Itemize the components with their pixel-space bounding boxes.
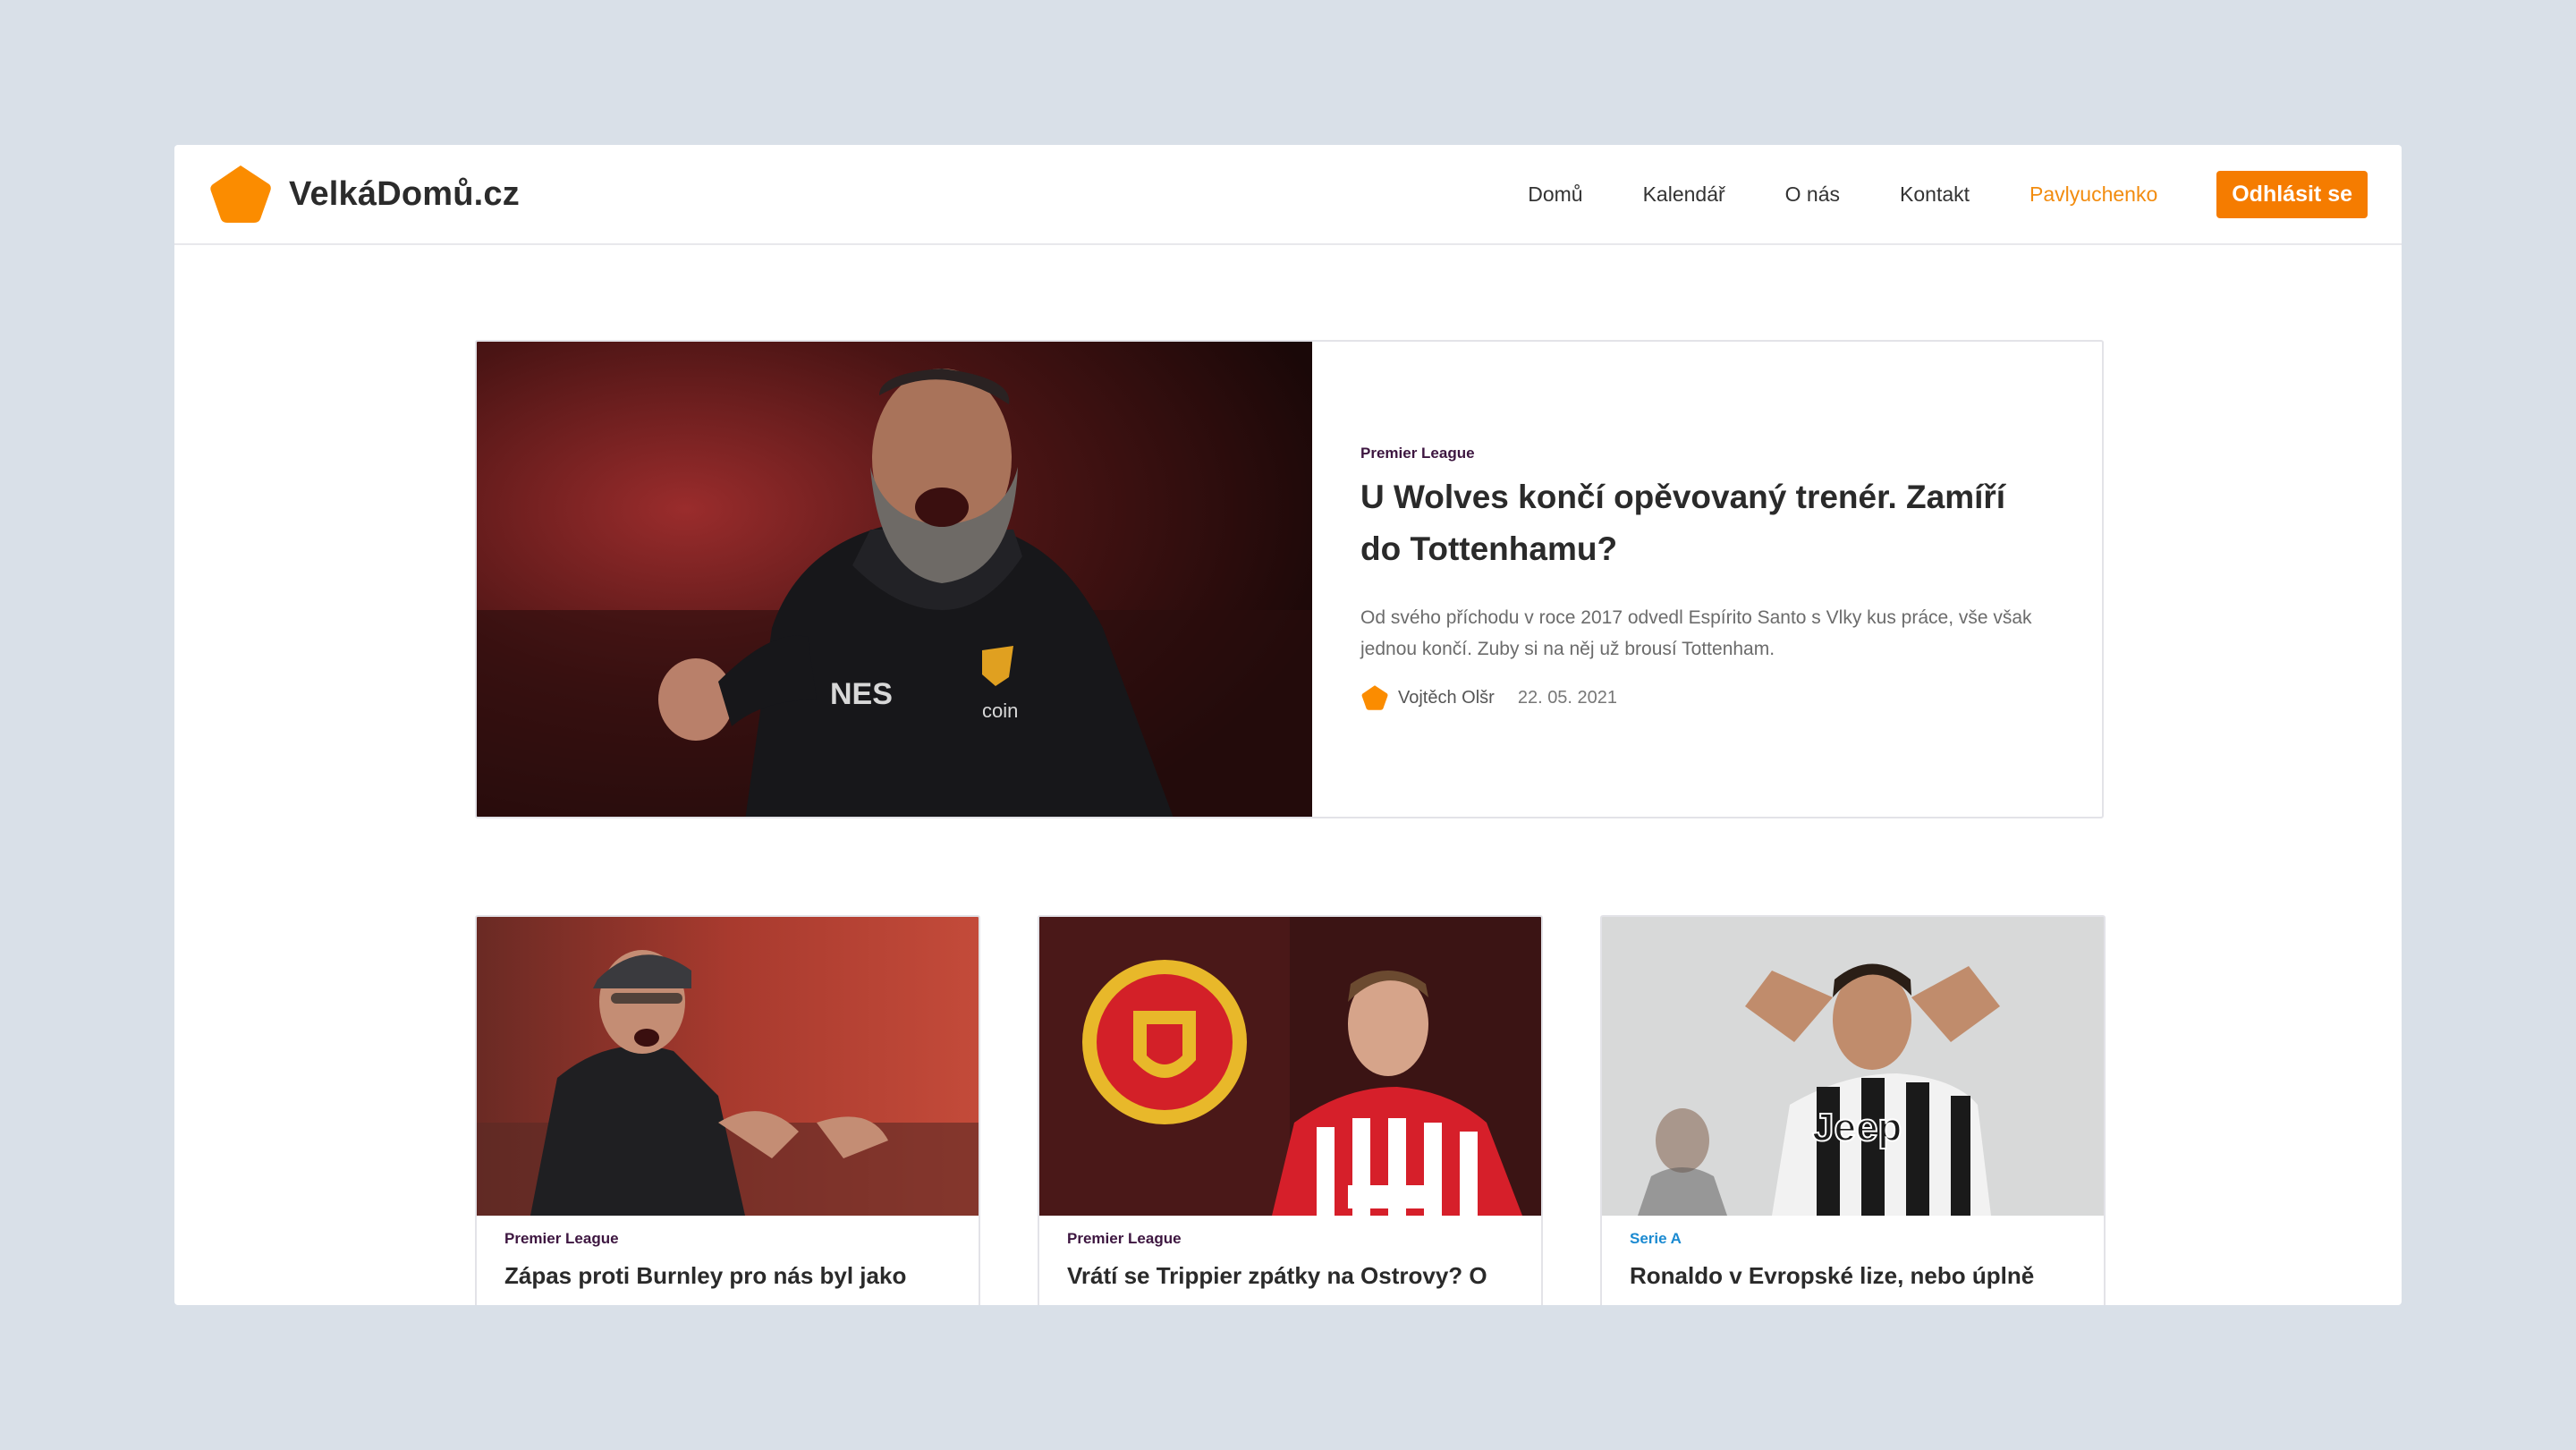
article-card-body: Serie A Ronaldo v Evropské lize, nebo úp… (1602, 1216, 2104, 1305)
article-card-title[interactable]: Vrátí se Trippier zpátky na Ostrovy? O (1067, 1260, 1513, 1291)
pentagon-logo-icon (210, 165, 271, 223)
player-hands-on-head-photo[interactable]: Jeep (1602, 917, 2104, 1216)
article-category[interactable]: Premier League (504, 1230, 951, 1248)
main-nav: Domů Kalendář O nás Kontakt Pavlyuchenko… (1468, 170, 2368, 218)
article-category[interactable]: Premier League (1360, 445, 2055, 462)
article-card-title[interactable]: Ronaldo v Evropské lize, nebo úplně (1630, 1260, 2076, 1291)
svg-text:Jeep: Jeep (1812, 1106, 1902, 1149)
svg-text:coin: coin (982, 700, 1018, 722)
featured-article-excerpt: Od svého příchodu v roce 2017 odvedl Esp… (1360, 607, 2032, 659)
brand[interactable]: VelkáDomů.cz (208, 163, 520, 225)
article-card-grid: Premier League Zápas proti Burnley pro n… (475, 915, 2106, 1305)
player-with-club-crest-photo[interactable] (1039, 917, 1541, 1216)
nav-link-calendar[interactable]: Kalendář (1643, 182, 1725, 207)
article-card-title[interactable]: Zápas proti Burnley pro nás byl jako (504, 1260, 951, 1291)
svg-text:NES: NES (830, 677, 893, 711)
top-navbar: VelkáDomů.cz Domů Kalendář O nás Kontakt… (174, 145, 2402, 245)
nav-link-about[interactable]: O nás (1785, 182, 1840, 207)
logout-button[interactable]: Odhlásit se (2216, 170, 2368, 218)
article-author[interactable]: Vojtěch Olšr (1398, 688, 1495, 708)
article-card[interactable]: Jeep Serie A Ronaldo v Evropské lize, ne… (1600, 915, 2106, 1305)
nav-link-home[interactable]: Domů (1528, 182, 1582, 207)
article-date: 22. 05. 2021 (1517, 687, 1618, 708)
coach-celebrating-photo[interactable]: NES coin (477, 342, 1312, 817)
article-card[interactable]: Premier League Zápas proti Burnley pro n… (475, 915, 980, 1305)
nav-link-contact[interactable]: Kontakt (1900, 182, 1970, 207)
nav-link-user-profile[interactable]: Pavlyuchenko (2029, 182, 2157, 207)
coach-shouting-photo[interactable] (477, 917, 979, 1216)
article-meta: Vojtěch Olšr 22. 05. 2021 (1360, 684, 2055, 711)
article-card[interactable]: Premier League Vrátí se Trippier zpátky … (1038, 915, 1543, 1305)
featured-article-title[interactable]: U Wolves končí opěvovaný trenér. Zamíří … (1360, 471, 2040, 575)
article-card-body: Premier League Vrátí se Trippier zpátky … (1039, 1216, 1541, 1305)
featured-article[interactable]: NES coin Premier League U Wolves končí o… (475, 340, 2104, 818)
featured-article-body: Premier League U Wolves končí opěvovaný … (1312, 342, 2102, 817)
brand-name: VelkáDomů.cz (289, 174, 520, 213)
article-category[interactable]: Serie A (1630, 1230, 2076, 1248)
browser-page: VelkáDomů.cz Domů Kalendář O nás Kontakt… (174, 145, 2402, 1305)
author-avatar-pentagon-icon (1361, 685, 1388, 710)
article-category[interactable]: Premier League (1067, 1230, 1513, 1248)
article-card-body: Premier League Zápas proti Burnley pro n… (477, 1216, 979, 1305)
